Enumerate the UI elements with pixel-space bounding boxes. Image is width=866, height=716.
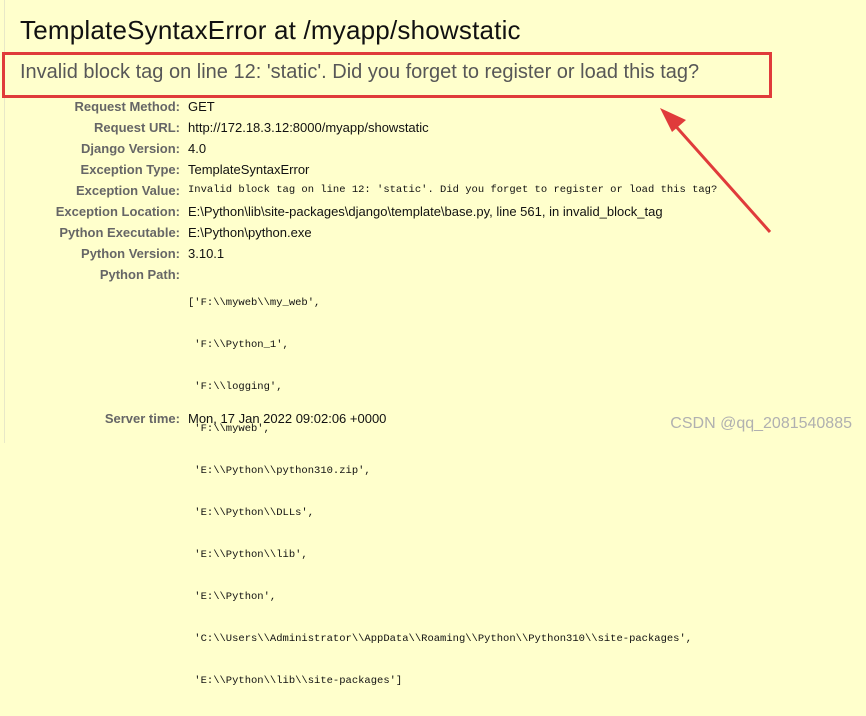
path-line: 'C:\\Users\\Administrator\\AppData\\Roam… [188,633,693,645]
path-line: 'E:\\Python\\lib', [188,549,308,561]
path-line: 'E:\\Python\\lib\\site-packages'] [188,675,403,687]
watermark: CSDN @qq_2081540885 [670,415,852,432]
red-arrow-icon [660,108,772,233]
path-line: 'E:\\Python', [188,591,277,603]
path-line: 'E:\\Python\\python310.zip', [188,465,371,477]
path-line: 'E:\\Python\\DLLs', [188,507,315,519]
